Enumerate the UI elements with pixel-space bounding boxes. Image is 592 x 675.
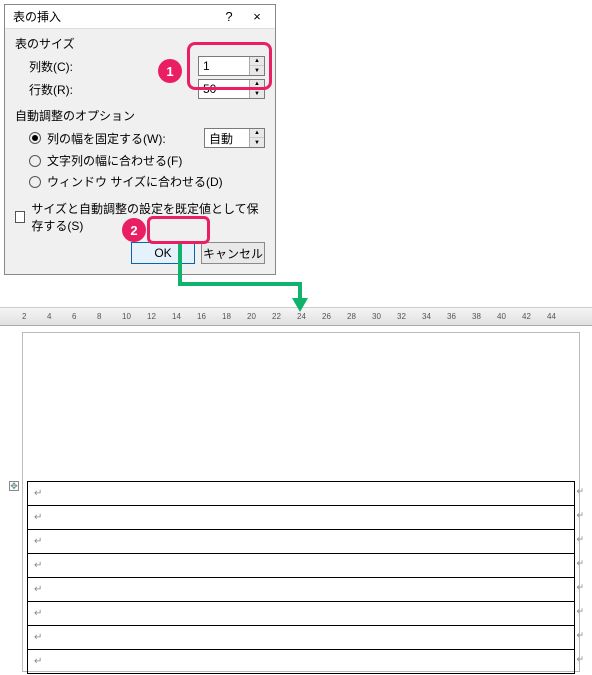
table-anchor-icon[interactable]: ✥ xyxy=(9,481,19,491)
radio-window-row[interactable]: ウィンドウ サイズに合わせる(D) xyxy=(29,173,265,190)
radio-fixed-label: 列の幅を固定する(W): xyxy=(47,130,166,147)
fixed-width-value: 自動 xyxy=(205,130,249,147)
fixed-width-select[interactable]: 自動 ▲ ▼ xyxy=(204,128,265,148)
ruler-number: 12 xyxy=(147,312,156,321)
radio-fixed[interactable] xyxy=(29,132,41,144)
ruler-number: 44 xyxy=(547,312,556,321)
width-down-icon[interactable]: ▼ xyxy=(250,138,264,147)
ruler-number: 38 xyxy=(472,312,481,321)
ruler-number: 34 xyxy=(422,312,431,321)
radio-content[interactable] xyxy=(29,155,41,167)
close-button[interactable]: × xyxy=(243,7,271,27)
radio-fixed-row[interactable]: 列の幅を固定する(W): 自動 ▲ ▼ xyxy=(29,128,265,148)
ruler-number: 8 xyxy=(97,312,101,321)
ruler-number: 6 xyxy=(72,312,76,321)
ruler-number: 10 xyxy=(122,312,131,321)
callout-outline-2 xyxy=(147,216,210,244)
page: ✥ ↵↵↵↵↵↵↵↵↵↵↵↵↵↵↵↵ xyxy=(22,332,580,672)
radio-window[interactable] xyxy=(29,176,41,188)
table-cell[interactable]: ↵↵ xyxy=(28,554,575,578)
table-cell[interactable]: ↵↵ xyxy=(28,626,575,650)
table-cell[interactable]: ↵↵ xyxy=(28,506,575,530)
ruler-number: 32 xyxy=(397,312,406,321)
callout-badge-2: 2 xyxy=(122,218,146,242)
document-area: 2468101214161820222426283032343638404244… xyxy=(0,307,592,675)
callout-outline-1 xyxy=(187,42,272,90)
table-cell[interactable]: ↵↵ xyxy=(28,602,575,626)
rows-label: 行数(R): xyxy=(29,81,198,98)
table-cell[interactable]: ↵↵ xyxy=(28,530,575,554)
titlebar: 表の挿入 ? × xyxy=(5,5,275,29)
ruler-number: 42 xyxy=(522,312,531,321)
ruler-number: 36 xyxy=(447,312,456,321)
autofit-section-label: 自動調整のオプション xyxy=(15,107,265,124)
radio-window-label: ウィンドウ サイズに合わせる(D) xyxy=(47,173,223,190)
ruler-number: 2 xyxy=(22,312,26,321)
radio-content-row[interactable]: 文字列の幅に合わせる(F) xyxy=(29,152,265,169)
table-cell[interactable]: ↵↵ xyxy=(28,578,575,602)
callout-badge-1: 1 xyxy=(158,59,182,83)
ruler-number: 4 xyxy=(47,312,51,321)
arrow-icon xyxy=(170,244,330,324)
radio-content-label: 文字列の幅に合わせる(F) xyxy=(47,152,182,169)
document-table[interactable]: ↵↵↵↵↵↵↵↵↵↵↵↵↵↵↵↵ xyxy=(27,481,575,674)
ruler-number: 30 xyxy=(372,312,381,321)
width-up-icon[interactable]: ▲ xyxy=(250,129,264,138)
ruler-number: 40 xyxy=(497,312,506,321)
table-cell[interactable]: ↵↵ xyxy=(28,650,575,674)
rows-down-icon[interactable]: ▼ xyxy=(250,89,264,98)
help-button[interactable]: ? xyxy=(215,7,243,27)
ruler-number: 28 xyxy=(347,312,356,321)
table-cell[interactable]: ↵↵ xyxy=(28,482,575,506)
save-default-checkbox[interactable] xyxy=(15,211,25,223)
dialog-title: 表の挿入 xyxy=(13,8,215,25)
